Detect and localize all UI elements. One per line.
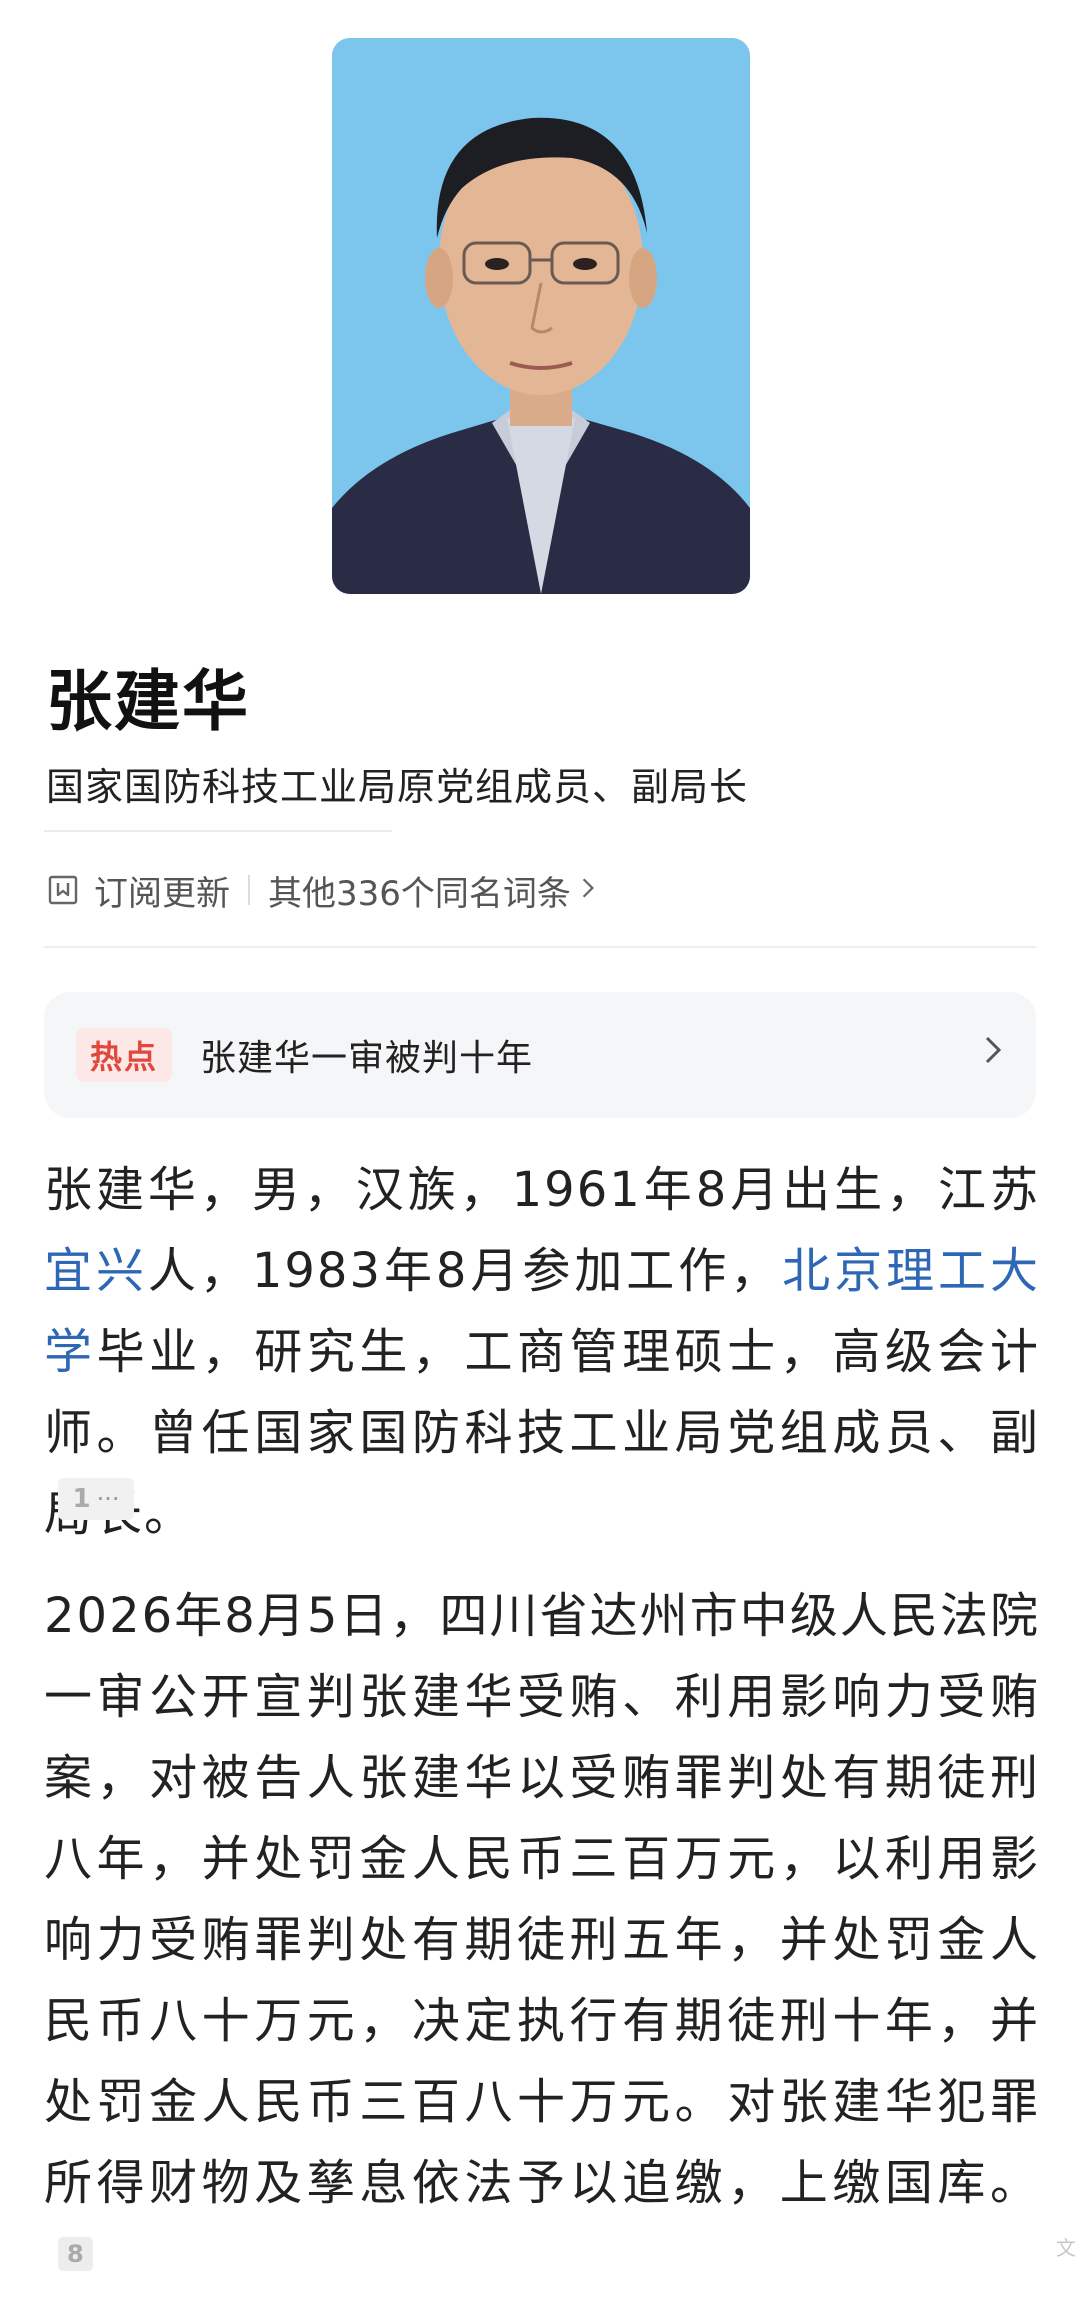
hot-news-headline[interactable]: 张建华一审被判十年 [200,1029,533,1081]
reference-badge[interactable]: 8 [58,2237,93,2271]
intro-text: 张建华，男，汉族，1961年8月出生，江苏 [44,1162,1040,1218]
chevron-right-icon[interactable] [581,873,595,908]
intro-text: 毕业，研究生，工商管理硕士，高级会计师。曾任国家国防科技工业局党组成员、副局长。 [44,1324,1040,1542]
entry-meta-row: 订阅更新 其他336个同名词条 [46,862,595,918]
reference-number: 1 [72,1484,91,1514]
same-name-entries-link[interactable]: 其他336个同名词条 [268,866,571,915]
link-yixing[interactable]: 宜兴 [44,1243,148,1299]
reference-chip[interactable]: 1 ··· [58,1478,134,1520]
profile-photo[interactable] [332,38,750,594]
chevron-right-icon[interactable] [982,1028,1006,1072]
intro-text: 人，1983年8月参加工作， [147,1243,783,1299]
entry-subtitle: 国家国防科技工业局原党组成员、副局长 [46,765,749,809]
intro-paragraph: 张建华，男，汉族，1961年8月出生，江苏宜兴人，1983年8月参加工作，北京理… [44,1150,1040,1555]
separator [248,875,250,905]
verdict-text: 2026年8月5日，四川省达州市中级人民法院一审公开宣判张建华受贿、利用影响力受… [44,1588,1040,2211]
subscribe-button[interactable]: 订阅更新 [94,866,230,915]
page-title: 张建华 [46,663,250,740]
divider [44,946,1036,948]
bookmark-icon[interactable] [46,873,80,907]
divider [44,830,392,832]
hot-news-card[interactable]: 热点 张建华一审被判十年 [44,992,1036,1118]
verdict-paragraph: 2026年8月5日，四川省达州市中级人民法院一审公开宣判张建华受贿、利用影响力受… [44,1576,1040,2305]
more-icon: ··· [96,1485,120,1513]
watermark: 文 [1056,2236,1076,2260]
hot-badge: 热点 [76,1028,173,1082]
